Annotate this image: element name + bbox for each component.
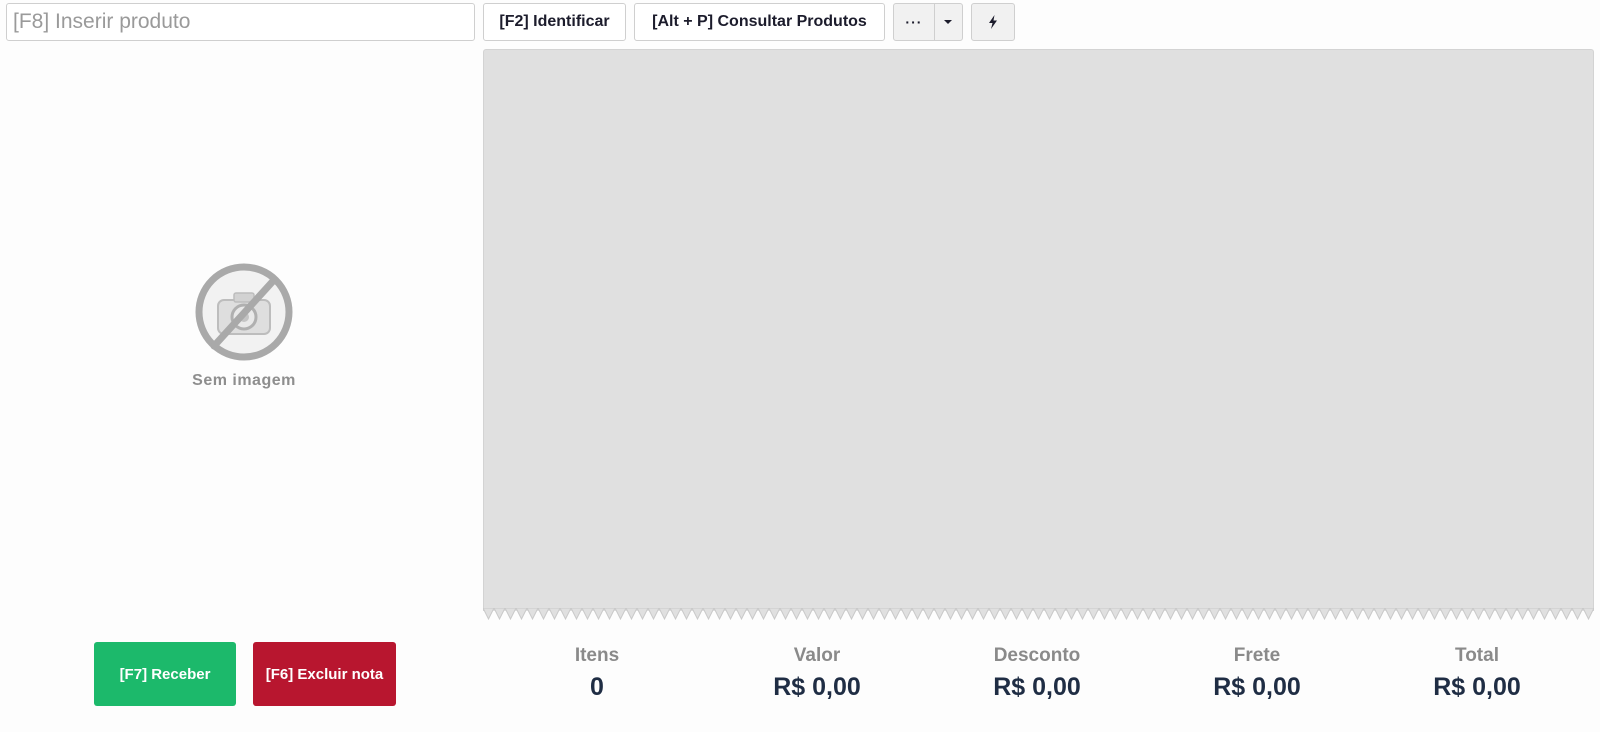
totals-value: R$ 0,00 [1213,673,1301,701]
totals-label: Total [1455,645,1499,666]
chevron-down-icon [944,20,953,24]
receipt-torn-edge [483,608,1594,621]
totals-label: Valor [793,645,841,666]
consult-products-button[interactable]: [Alt + P] Consultar Produtos [634,3,885,41]
totals-label: Frete [1233,645,1281,666]
delete-note-button[interactable]: [F6] Excluir nota [253,642,396,706]
totals-label: Desconto [993,645,1081,666]
totals-items: Itens 0 [487,645,707,705]
totals-summary: Itens 0 Valor R$ 0,00 Desconto R$ 0,00 F… [487,645,1587,705]
receive-button[interactable]: [F7] Receber [94,642,236,706]
totals-shipping: Frete R$ 0,00 [1147,645,1367,705]
receipt-items-area [483,49,1594,611]
totals-amount: Valor R$ 0,00 [707,645,927,705]
more-options-dropdown-button[interactable] [935,4,962,40]
totals-label: Itens [574,645,620,666]
lightning-icon [989,15,997,29]
totals-value: R$ 0,00 [1433,673,1521,701]
totals-discount: Desconto R$ 0,00 [927,645,1147,705]
product-search-input[interactable] [6,3,475,41]
product-image-placeholder: Sem imagem [160,262,328,402]
no-image-caption: Sem imagem [192,372,296,389]
quick-action-button[interactable] [971,3,1015,41]
totals-value: R$ 0,00 [773,673,861,701]
more-options-button[interactable]: ··· [894,4,935,40]
no-camera-icon [195,263,293,361]
receipt-panel [483,49,1594,621]
totals-value: R$ 0,00 [993,673,1081,701]
totals-value: 0 [590,673,604,701]
identify-button[interactable]: [F2] Identificar [483,3,626,41]
pos-screen: [F2] Identificar [Alt + P] Consultar Pro… [0,0,1600,732]
more-options-button-group: ··· [893,3,963,41]
totals-total: Total R$ 0,00 [1367,645,1587,705]
